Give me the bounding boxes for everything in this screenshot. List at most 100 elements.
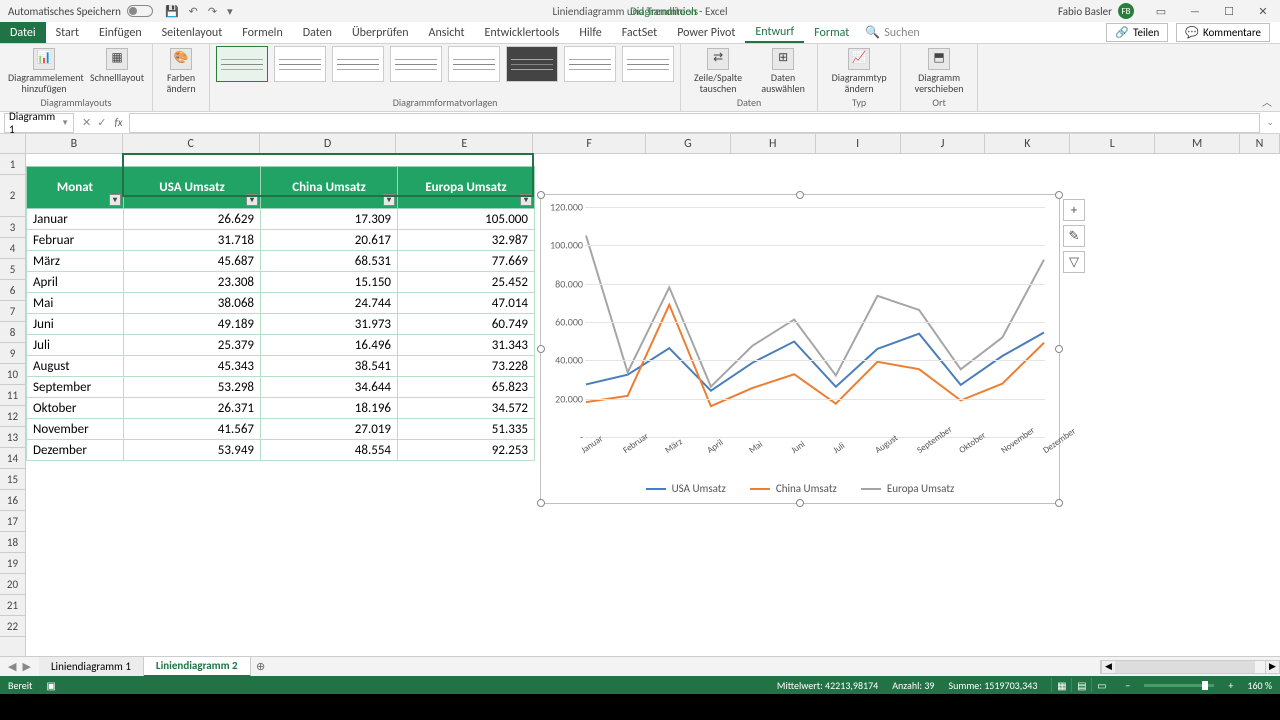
table-row[interactable]: Februar31.71820.61732.987 — [27, 230, 535, 251]
col-header-N[interactable]: N — [1240, 134, 1280, 153]
row-header-5[interactable]: 5 — [0, 259, 25, 280]
search-label[interactable]: Suchen — [884, 26, 919, 40]
tab-ansicht[interactable]: Ansicht — [419, 22, 475, 43]
row-header-18[interactable]: 18 — [0, 532, 25, 553]
close-icon[interactable]: ✕ — [1246, 0, 1280, 22]
worksheet[interactable]: BCDEFGHIJKLMN 12345678910111213141516171… — [0, 134, 1280, 656]
row-header-4[interactable]: 4 — [0, 238, 25, 259]
col-header-F[interactable]: F — [533, 134, 646, 153]
chart-filters-button[interactable]: ▽ — [1063, 251, 1085, 273]
tab-formeln[interactable]: Formeln — [232, 22, 292, 43]
chart-legend[interactable]: USA UmsatzChina UmsatzEuropa Umsatz — [541, 482, 1059, 495]
view-normal-icon[interactable]: ▦ — [1051, 678, 1071, 692]
col-header-I[interactable]: I — [816, 134, 901, 153]
select-all-corner[interactable] — [0, 134, 26, 154]
row-header-8[interactable]: 8 — [0, 322, 25, 343]
table-row[interactable]: Mai38.06824.74447.014 — [27, 293, 535, 314]
chart-plot-area[interactable]: -20.00040.00060.00080.000100.000120.000J… — [585, 207, 1045, 435]
row-header-21[interactable]: 21 — [0, 595, 25, 616]
view-pagebreak-icon[interactable]: ▭ — [1091, 678, 1111, 692]
table-row[interactable]: Dezember53.94948.55492.253 — [27, 440, 535, 461]
col-header-K[interactable]: K — [985, 134, 1070, 153]
row-header-14[interactable]: 14 — [0, 448, 25, 469]
switch-row-col-button[interactable]: ⇄Zeile/Spalte tauschen — [687, 46, 749, 96]
row-header-13[interactable]: 13 — [0, 427, 25, 448]
undo-icon[interactable]: ↶ — [189, 5, 198, 18]
chart-style-6[interactable] — [506, 46, 558, 82]
tab-entwicklertools[interactable]: Entwicklertools — [475, 22, 570, 43]
row-header-12[interactable]: 12 — [0, 406, 25, 427]
sheet-nav-next[interactable]: ▶ — [22, 660, 30, 673]
chart-styles-button[interactable]: ✎ — [1063, 225, 1085, 247]
tab-start[interactable]: Start — [46, 22, 89, 43]
chart-style-2[interactable] — [274, 46, 326, 82]
cancel-formula-icon[interactable]: ✕ — [82, 116, 91, 129]
sheet-tab-1[interactable]: Liniendiagramm 1 — [39, 657, 144, 677]
col-header-D[interactable]: D — [260, 134, 397, 153]
tab-seitenlayout[interactable]: Seitenlayout — [152, 22, 233, 43]
chart-style-3[interactable] — [332, 46, 384, 82]
comments-button[interactable]: 💬Kommentare — [1176, 23, 1270, 42]
expand-fbar-icon[interactable]: ⌄ — [1260, 117, 1280, 128]
col-header-C[interactable]: C — [123, 134, 260, 153]
horizontal-scrollbar[interactable]: ◀▶ — [1100, 660, 1280, 674]
save-icon[interactable]: 💾 — [165, 5, 179, 18]
view-layout-icon[interactable]: ▤ — [1071, 678, 1091, 692]
row-header-15[interactable]: 15 — [0, 469, 25, 490]
row-header-22[interactable]: 22 — [0, 616, 25, 637]
table-row[interactable]: April23.30815.15025.452 — [27, 272, 535, 293]
table-header[interactable]: USA Umsatz▾ — [124, 167, 261, 209]
col-header-B[interactable]: B — [26, 134, 123, 153]
redo-icon[interactable]: ↷ — [208, 5, 217, 18]
filter-icon[interactable]: ▾ — [109, 194, 121, 206]
quick-layout-button[interactable]: ▦Schnelllayout — [88, 46, 146, 85]
table-row[interactable]: März45.68768.53177.669 — [27, 251, 535, 272]
tab-factset[interactable]: FactSet — [612, 22, 667, 43]
change-chart-type-button[interactable]: 📈Diagrammtyp ändern — [824, 46, 894, 96]
tab-entwurf[interactable]: Entwurf — [745, 22, 804, 43]
chart-elements-button[interactable]: + — [1063, 199, 1085, 221]
row-header-1[interactable]: 1 — [0, 154, 25, 175]
move-chart-button[interactable]: ⬒Diagramm verschieben — [907, 46, 971, 96]
sheet-nav-prev[interactable]: ◀ — [8, 660, 16, 673]
table-row[interactable]: Juli25.37916.49631.343 — [27, 335, 535, 356]
row-header-7[interactable]: 7 — [0, 301, 25, 322]
tab-file[interactable]: Datei — [0, 22, 46, 43]
share-button[interactable]: 🔗Teilen — [1106, 23, 1168, 42]
row-header-16[interactable]: 16 — [0, 490, 25, 511]
tab-überprüfen[interactable]: Überprüfen — [342, 22, 419, 43]
row-header-10[interactable]: 10 — [0, 364, 25, 385]
tab-power pivot[interactable]: Power Pivot — [667, 22, 745, 43]
col-header-M[interactable]: M — [1155, 134, 1240, 153]
row-header-20[interactable]: 20 — [0, 574, 25, 595]
sheet-tab-2[interactable]: Liniendiagramm 2 — [144, 657, 251, 677]
col-header-L[interactable]: L — [1070, 134, 1155, 153]
zoom-level[interactable]: 160 % — [1247, 679, 1272, 692]
tab-hilfe[interactable]: Hilfe — [569, 22, 611, 43]
zoom-out-icon[interactable]: − — [1125, 679, 1130, 692]
table-row[interactable]: August45.34338.54173.228 — [27, 356, 535, 377]
table-row[interactable]: September53.29834.64465.823 — [27, 377, 535, 398]
chart-style-4[interactable] — [390, 46, 442, 82]
name-box[interactable]: Diagramm 1▼ — [4, 113, 74, 133]
col-header-J[interactable]: J — [901, 134, 986, 153]
macro-record-icon[interactable]: ▣ — [46, 679, 55, 692]
table-row[interactable]: Oktober26.37118.19634.572 — [27, 398, 535, 419]
table-header[interactable]: Europa Umsatz▾ — [398, 167, 535, 209]
chart-style-8[interactable] — [622, 46, 674, 82]
col-header-E[interactable]: E — [396, 134, 533, 153]
table-row[interactable]: Januar26.62917.309105.000 — [27, 209, 535, 230]
filter-icon[interactable]: ▾ — [383, 194, 395, 206]
add-chart-element-button[interactable]: 📊Diagrammelement hinzufügen — [6, 46, 82, 96]
filter-icon[interactable]: ▾ — [520, 194, 532, 206]
accept-formula-icon[interactable]: ✓ — [97, 116, 106, 129]
filter-icon[interactable]: ▾ — [246, 194, 258, 206]
legend-item[interactable]: Europa Umsatz — [861, 482, 955, 495]
autosave-toggle[interactable] — [127, 5, 153, 17]
chart-style-1[interactable] — [216, 46, 268, 82]
minimize-icon[interactable]: — — [1178, 0, 1212, 22]
tab-format[interactable]: Format — [804, 22, 859, 43]
tab-einfügen[interactable]: Einfügen — [89, 22, 152, 43]
formula-input[interactable] — [129, 113, 1261, 133]
row-header-9[interactable]: 9 — [0, 343, 25, 364]
